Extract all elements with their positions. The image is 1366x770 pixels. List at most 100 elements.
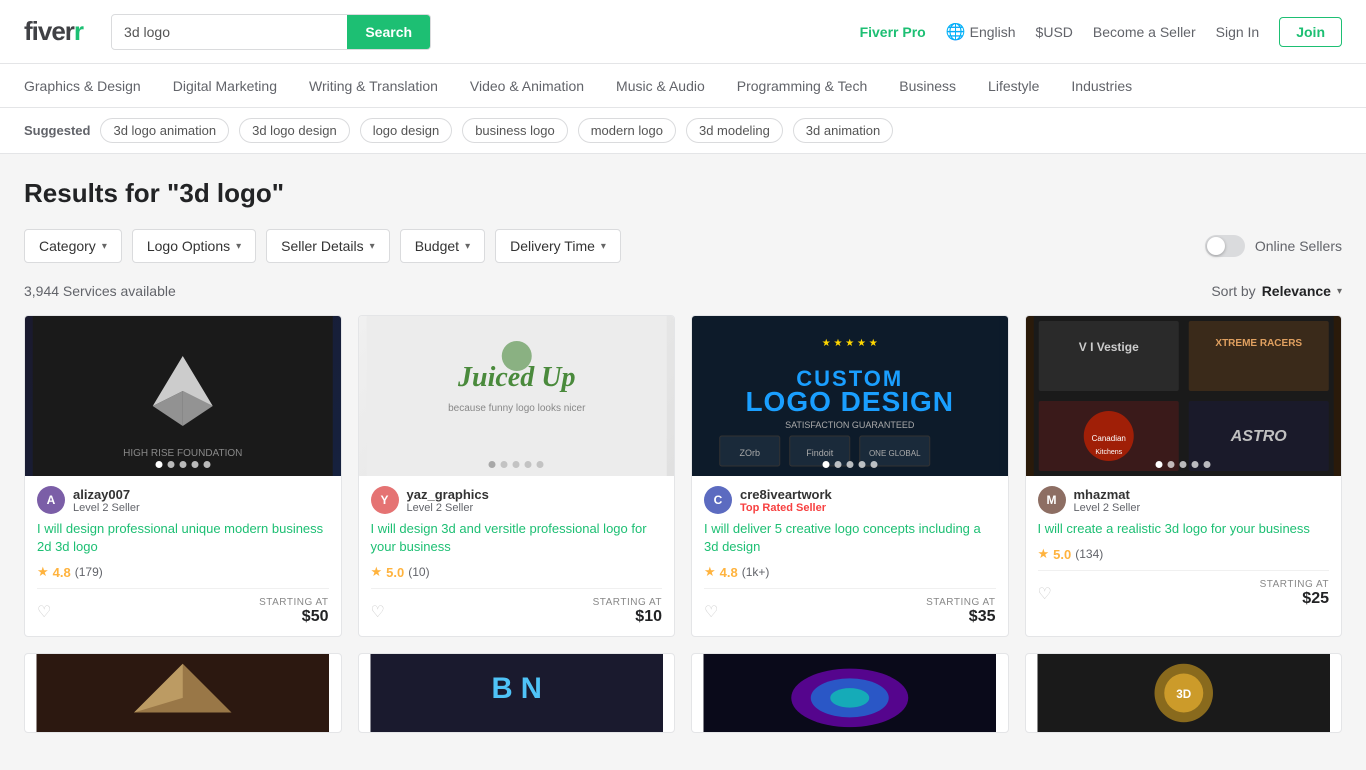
star-icon: ★	[1038, 546, 1050, 562]
svg-text:Kitchens: Kitchens	[1095, 449, 1122, 456]
card-image-2: Juiced Up because funny logo looks nicer	[359, 316, 675, 476]
become-seller-link[interactable]: Become a Seller	[1093, 24, 1196, 40]
suggested-tag-4[interactable]: modern logo	[578, 118, 676, 143]
chevron-down-icon: ▾	[370, 241, 375, 252]
price-area-2: STARTING AT $10	[593, 597, 662, 626]
suggested-tag-6[interactable]: 3d animation	[793, 118, 893, 143]
service-card-1[interactable]: HIGH RISE FOUNDATION A alizay007	[24, 315, 342, 637]
heart-icon-3[interactable]: ♡	[704, 602, 718, 622]
dot	[167, 461, 174, 468]
card-footer-1: ♡ STARTING AT $50	[37, 588, 329, 626]
seller-name-3: cre8iveartwork	[740, 487, 832, 502]
svg-text:because funny logo looks nicer: because funny logo looks nicer	[448, 403, 586, 414]
avatar-1: A	[37, 486, 65, 514]
seller-level-3: Top Rated Seller	[740, 502, 832, 514]
price-1: $50	[259, 608, 328, 626]
starting-at-label-4: STARTING AT	[1260, 579, 1329, 590]
nav-writing-translation[interactable]: Writing & Translation	[309, 64, 438, 108]
suggested-tag-1[interactable]: 3d logo design	[239, 118, 350, 143]
seller-level-4: Level 2 Seller	[1074, 502, 1141, 514]
svg-text:★ ★ ★ ★ ★: ★ ★ ★ ★ ★	[822, 338, 878, 349]
svg-text:HIGH RISE FOUNDATION: HIGH RISE FOUNDATION	[123, 448, 242, 459]
service-card-4[interactable]: V I Vestige XTREME RACERS Canadian Kitch…	[1025, 315, 1343, 637]
service-card-2[interactable]: Juiced Up because funny logo looks nicer…	[358, 315, 676, 637]
partial-cards-row: B N 3D	[24, 653, 1342, 733]
results-title: Results for "3d logo"	[24, 178, 1342, 209]
rating-count-3: (1k+)	[742, 565, 770, 579]
rating-count-4: (134)	[1075, 547, 1103, 561]
card-title-2[interactable]: I will design 3d and versitle profession…	[371, 520, 663, 556]
nav-digital-marketing[interactable]: Digital Marketing	[173, 64, 277, 108]
filter-budget[interactable]: Budget ▾	[400, 229, 485, 263]
filter-logo-options[interactable]: Logo Options ▾	[132, 229, 256, 263]
nav-lifestyle[interactable]: Lifestyle	[988, 64, 1039, 108]
heart-icon-1[interactable]: ♡	[37, 602, 51, 622]
service-card-3[interactable]: ★ ★ ★ ★ ★ CUSTOM LOGO DESIGN SATISFACTIO…	[691, 315, 1009, 637]
seller-level-1: Level 2 Seller	[73, 502, 140, 514]
dot	[537, 461, 544, 468]
suggested-tag-2[interactable]: logo design	[360, 118, 453, 143]
heart-icon-2[interactable]: ♡	[371, 602, 385, 622]
online-sellers-toggle[interactable]	[1205, 235, 1245, 257]
nav-graphics-design[interactable]: Graphics & Design	[24, 64, 141, 108]
dot	[501, 461, 508, 468]
avatar-placeholder: M	[1038, 486, 1066, 514]
filter-seller-details[interactable]: Seller Details ▾	[266, 229, 390, 263]
language-selector[interactable]: 🌐 English	[946, 22, 1016, 42]
fiverr-pro-link[interactable]: Fiverr Pro	[860, 24, 926, 40]
sort-value: Relevance	[1262, 283, 1331, 299]
suggested-bar: Suggested 3d logo animation 3d logo desi…	[0, 108, 1366, 154]
card-footer-2: ♡ STARTING AT $10	[371, 588, 663, 626]
partial-card-4[interactable]: 3D	[1025, 653, 1343, 733]
suggested-label: Suggested	[24, 123, 90, 138]
card-image-1: HIGH RISE FOUNDATION	[25, 316, 341, 476]
card-title-1[interactable]: I will design professional unique modern…	[37, 520, 329, 556]
card-footer-4: ♡ STARTING AT $25	[1038, 570, 1330, 608]
svg-text:ONE GLOBAL: ONE GLOBAL	[869, 449, 921, 458]
nav-industries[interactable]: Industries	[1071, 64, 1132, 108]
dot	[191, 461, 198, 468]
partial-card-3[interactable]	[691, 653, 1009, 733]
suggested-tag-3[interactable]: business logo	[462, 118, 568, 143]
card-title-4[interactable]: I will create a realistic 3d logo for yo…	[1038, 520, 1330, 538]
dot	[822, 461, 829, 468]
seller-info-4: M mhazmat Level 2 Seller	[1038, 486, 1330, 514]
avatar-placeholder: C	[704, 486, 732, 514]
dot	[489, 461, 496, 468]
seller-info-3: C cre8iveartwork Top Rated Seller	[704, 486, 996, 514]
filters-row: Category ▾ Logo Options ▾ Seller Details…	[24, 229, 1342, 263]
suggested-tag-0[interactable]: 3d logo animation	[100, 118, 229, 143]
chevron-down-icon: ▾	[465, 241, 470, 252]
price-area-4: STARTING AT $25	[1260, 579, 1329, 608]
nav-programming-tech[interactable]: Programming & Tech	[737, 64, 867, 108]
nav-video-animation[interactable]: Video & Animation	[470, 64, 584, 108]
sign-in-link[interactable]: Sign In	[1216, 24, 1260, 40]
dot	[1180, 461, 1187, 468]
join-button[interactable]: Join	[1279, 17, 1342, 47]
logo[interactable]: fiverr	[24, 16, 83, 47]
dot	[870, 461, 877, 468]
card-title-3[interactable]: I will deliver 5 creative logo concepts …	[704, 520, 996, 556]
carousel-dots-1	[155, 461, 210, 468]
price-3: $35	[926, 608, 995, 626]
rating-value-3: 4.8	[720, 565, 738, 580]
nav-business[interactable]: Business	[899, 64, 956, 108]
avatar-4: M	[1038, 486, 1066, 514]
card-body-1: A alizay007 Level 2 Seller I will design…	[25, 476, 341, 636]
heart-icon-4[interactable]: ♡	[1038, 584, 1052, 604]
filter-delivery-time[interactable]: Delivery Time ▾	[495, 229, 621, 263]
nav-music-audio[interactable]: Music & Audio	[616, 64, 705, 108]
filter-category[interactable]: Category ▾	[24, 229, 122, 263]
partial-card-2[interactable]: B N	[358, 653, 676, 733]
online-sellers-label: Online Sellers	[1255, 238, 1342, 254]
partial-card-1[interactable]	[24, 653, 342, 733]
sort-by-selector[interactable]: Sort by Relevance ▾	[1211, 283, 1342, 299]
suggested-tag-5[interactable]: 3d modeling	[686, 118, 783, 143]
search-input[interactable]	[112, 16, 347, 48]
header-right: Fiverr Pro 🌐 English $USD Become a Selle…	[860, 17, 1342, 47]
main-content: Results for "3d logo" Category ▾ Logo Op…	[0, 154, 1366, 770]
avatar-3: C	[704, 486, 732, 514]
currency-selector[interactable]: $USD	[1036, 24, 1073, 40]
card-footer-3: ♡ STARTING AT $35	[704, 588, 996, 626]
search-button[interactable]: Search	[347, 15, 430, 49]
